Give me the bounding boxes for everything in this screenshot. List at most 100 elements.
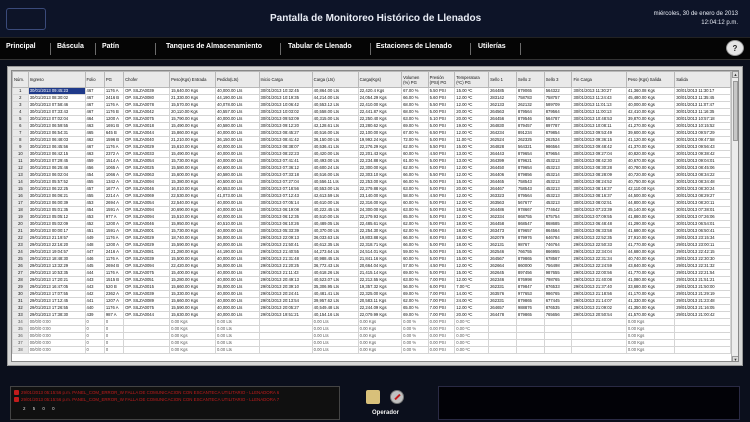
table-cell[interactable]: 37,910.00 Kgs (625, 234, 676, 242)
table-cell[interactable]: 454 (84, 171, 105, 179)
table-cell[interactable]: 262131 (488, 241, 517, 249)
table-cell[interactable]: 29/01/2013 22:31:32 (674, 262, 731, 270)
vertical-scrollbar[interactable]: ▲ ▼ (731, 71, 738, 361)
table-cell[interactable]: 5.60 PSI (427, 94, 456, 102)
table-cell[interactable]: 22,212.55 Kgs (357, 276, 403, 284)
table-cell[interactable]: 30/01/2013 09:53:09 (258, 115, 313, 123)
table-cell[interactable]: 29/01/2013 22:09:13 (258, 234, 313, 242)
table-cell[interactable]: 29/01/2013 21:23:48 (674, 297, 731, 305)
table-cell[interactable]: 29/01/2013 20:24:41 (258, 290, 313, 298)
table-cell[interactable]: 879865 (515, 311, 545, 319)
row-number[interactable]: 21 (12, 227, 29, 235)
table-cell[interactable]: 0.00 PSI (427, 332, 456, 340)
table-cell[interactable]: 467 (84, 101, 105, 109)
table-cell[interactable]: 30/01/2013 06:25:46 (27, 164, 86, 172)
table-cell[interactable]: 15.00 ºC (454, 87, 490, 95)
table-cell[interactable]: 66.00 % (401, 171, 429, 179)
table-cell[interactable]: 20.00 ºC (454, 185, 490, 193)
table-cell[interactable]: 44,800.00 Kgs (625, 199, 676, 207)
table-cell[interactable]: 4.50 PSI (427, 262, 456, 270)
table-cell[interactable]: 978667 (515, 206, 545, 214)
table-cell[interactable]: 1200 A (103, 115, 125, 123)
table-cell[interactable]: 40,000.00 Lts (215, 255, 260, 263)
table-cell[interactable]: 18.00 ºC (454, 220, 490, 228)
table-cell[interactable]: 2372 A (103, 150, 125, 158)
table-cell[interactable]: 00/0/0 0:00 (27, 339, 86, 347)
row-number[interactable]: 26 (12, 262, 29, 270)
table-cell[interactable]: 879657 (515, 227, 545, 235)
table-cell[interactable]: 467 (84, 108, 105, 116)
table-cell[interactable]: 645 B (103, 129, 125, 137)
table-cell[interactable]: 15.00 ºC (454, 143, 490, 151)
table-cell[interactable]: 41,370.00 Kgs (625, 143, 676, 151)
table-cell[interactable]: 13.00 ºC (454, 150, 490, 158)
table-cell[interactable]: 65.00 % (401, 213, 429, 221)
column-header[interactable]: Peso (Kgs) Salida (625, 71, 676, 88)
table-cell[interactable]: 30/01/2013 06:50:41 (674, 227, 731, 235)
table-cell[interactable]: 40,780.00 Kgs (625, 164, 676, 172)
table-row[interactable]: 33 29/01/2013 17:38:30 439 987 A OP. SILZA00… (12, 311, 731, 319)
table-cell[interactable]: 68.00 % (401, 108, 429, 116)
table-cell[interactable]: 44,680.00 Kgs (625, 248, 676, 256)
column-header[interactable]: Carga (Lts) (311, 71, 359, 88)
row-number[interactable]: 7 (12, 129, 29, 137)
table-cell[interactable]: 879546 (515, 115, 545, 123)
table-cell[interactable]: 40,516.00 Lts (311, 171, 359, 179)
table-cell[interactable]: 453213 (543, 157, 573, 165)
table-cell[interactable]: 0.00 % (401, 318, 429, 326)
table-cell[interactable]: 40,000.00 Lts (215, 115, 260, 123)
table-cell[interactable]: 462 (84, 136, 105, 144)
table-cell[interactable]: 40,000.00 Lts (215, 157, 260, 165)
table-cell[interactable] (488, 339, 517, 347)
table-cell[interactable]: 879564 (515, 192, 545, 200)
table-cell[interactable] (488, 318, 517, 326)
table-cell[interactable]: 15,590.00 Kgs (169, 241, 216, 249)
table-cell[interactable]: 459 (84, 157, 105, 165)
table-cell[interactable]: 39,957.62 Lts (311, 297, 359, 305)
table-cell[interactable]: 56.00 % (401, 283, 429, 291)
table-cell[interactable]: 00/0/0 0:00 (27, 325, 86, 333)
table-cell[interactable]: 62.00 % (401, 143, 429, 151)
table-cell[interactable]: 520 B (103, 283, 125, 291)
table-cell[interactable]: 0.00 % (401, 325, 429, 333)
table-cell[interactable]: 5.00 PSI (427, 199, 456, 207)
table-cell[interactable]: OP. SILZA0018 (123, 122, 171, 130)
table-cell[interactable]: 264458 (488, 220, 517, 228)
table-cell[interactable]: 0 (103, 346, 125, 354)
table-cell[interactable]: OP. SILZA0081 (123, 248, 171, 256)
table-cell[interactable]: 29/01/2013 19:04:57 (27, 248, 86, 256)
table-cell[interactable]: 29/01/2013 17:38:30 (27, 311, 86, 319)
table-cell[interactable] (258, 318, 313, 326)
table-cell[interactable]: 5.00 PSI (427, 136, 456, 144)
table-cell[interactable] (123, 332, 171, 340)
table-cell[interactable]: 42,410.00 Kgs (625, 108, 676, 116)
menu-principal[interactable]: Principal (6, 43, 36, 50)
table-cell[interactable] (543, 332, 573, 340)
row-number[interactable]: 9 (12, 143, 29, 151)
table-cell[interactable]: 61.00 % (401, 157, 429, 165)
table-row[interactable]: 31 29/01/2013 17:12:45 441 1207 A OP. SILZA0… (12, 297, 731, 305)
table-cell[interactable]: 977653 (515, 290, 545, 298)
table-cell[interactable]: 758757 (543, 94, 573, 102)
table-row[interactable]: 29 29/01/2013 16:47:05 443 520 B OP. SILZA00… (12, 283, 731, 291)
table-cell[interactable]: 12.00 ºC (454, 164, 490, 172)
table-cell[interactable]: 879457 (515, 122, 545, 130)
table-cell[interactable]: 15,330.00 Kgs (169, 290, 216, 298)
table-cell[interactable]: 12.00 ºC (454, 129, 490, 137)
table-cell[interactable]: 23,280.62 Kgs (357, 122, 403, 130)
row-number[interactable]: 31 (12, 297, 29, 305)
table-cell[interactable]: 12.00 ºC (454, 304, 490, 312)
help-icon[interactable]: ? (726, 40, 744, 56)
table-cell[interactable]: 879621 (515, 157, 545, 165)
table-cell[interactable]: 30/01/2013 09:36:15 (571, 136, 627, 144)
table-cell[interactable]: 7.00 PSI (427, 276, 456, 284)
table-cell[interactable]: 30/01/2013 10:19:35 (258, 94, 313, 102)
table-cell[interactable]: 30/01/2013 06:12:35 (258, 213, 313, 221)
table-cell[interactable]: 40,523.07 Lts (311, 276, 359, 284)
table-cell[interactable]: 1176 A (103, 255, 125, 263)
table-cell[interactable]: OP. SILZA0054 (123, 199, 171, 207)
table-cell[interactable]: 1691 B (103, 122, 125, 130)
table-cell[interactable]: 40,222.45 Lts (311, 206, 359, 214)
table-cell[interactable]: 1591 A (103, 227, 125, 235)
row-number[interactable]: 6 (12, 122, 29, 130)
